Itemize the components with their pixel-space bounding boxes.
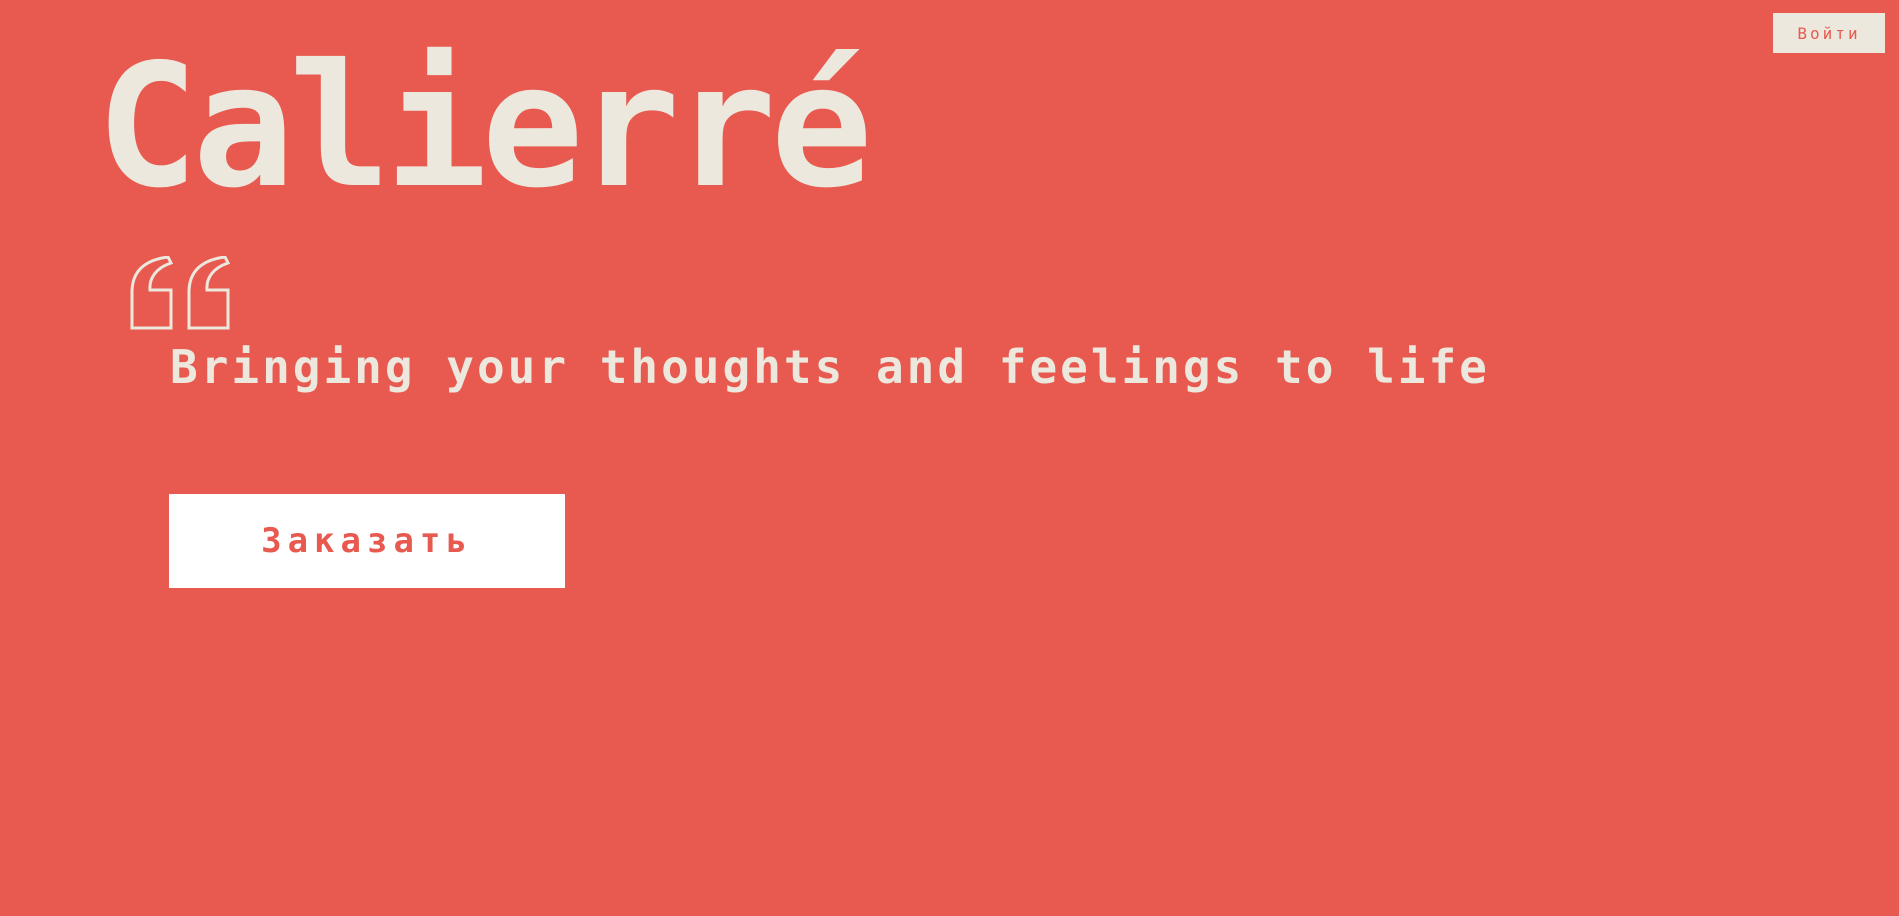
order-button[interactable]: Заказать <box>169 494 565 588</box>
tagline: Bringing your thoughts and feelings to l… <box>170 340 1490 394</box>
landing-page: Войти Calierré Bringing your thoughts an… <box>0 0 1899 916</box>
brand-title: Calierré <box>96 28 873 226</box>
login-button[interactable]: Войти <box>1773 13 1885 53</box>
quote-open-icon <box>130 256 231 330</box>
